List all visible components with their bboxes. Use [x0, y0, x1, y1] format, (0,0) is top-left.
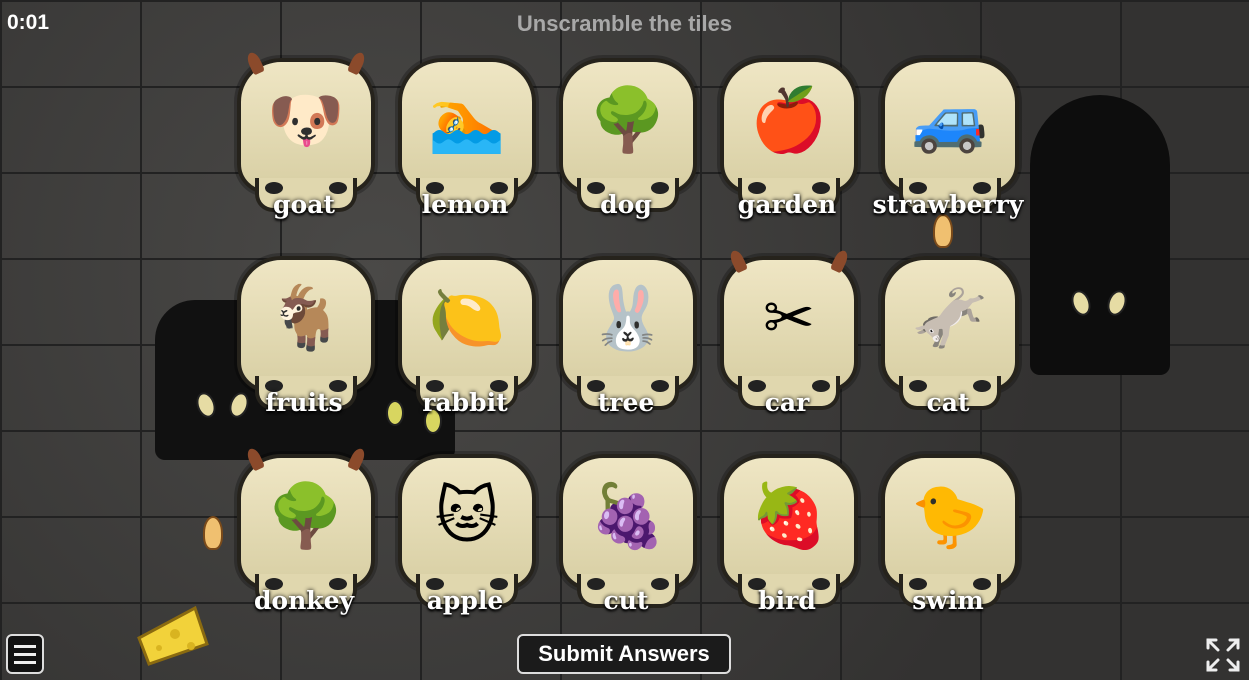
skull-tile[interactable]: 🍇 cut [545, 446, 707, 643]
skull-frame: 🍋 [398, 256, 536, 410]
skull-tile[interactable]: ✂ car [706, 248, 868, 445]
fullscreen-icon[interactable] [1204, 636, 1242, 674]
horn-icon [829, 248, 851, 274]
tile-label: apple [426, 586, 504, 615]
garden-icon: 🌳 [589, 83, 667, 156]
skull-frame: 🐰 [559, 256, 697, 410]
skull-tile[interactable]: 🫏 cat [867, 248, 1029, 445]
lemon-icon: 🍋 [428, 281, 506, 354]
tile-label: lemon [421, 190, 509, 219]
skull-frame: 🌳 [559, 58, 697, 212]
strawberry-icon: 🍓 [750, 479, 828, 552]
skull-tile[interactable]: 🍎 garden [706, 50, 868, 247]
tile-grid: 🐶 goat 🏊 lemon 🌳 dog 🍎 garden 🚙 strawberry 🐐 fruits… [223, 50, 1033, 630]
skull-frame: 🍇 [559, 454, 697, 608]
right-cave-opening [1030, 95, 1170, 375]
cut-icon: ✂ [763, 281, 815, 354]
tile-label: garden [737, 190, 837, 219]
bird-icon: 🐤 [911, 479, 989, 552]
skull-frame: 🍎 [720, 58, 858, 212]
rabbit-icon: 🐰 [589, 281, 667, 354]
skull-frame: 🌳 [237, 446, 375, 608]
skull-frame: 🐱 [398, 454, 536, 608]
tile-label: goat [273, 190, 335, 219]
donkey-icon: 🫏 [911, 281, 989, 354]
dog-icon: 🐶 [267, 83, 345, 156]
horn-icon [346, 446, 368, 472]
skull-tile[interactable]: 🏊 lemon [384, 50, 546, 247]
car-icon: 🚙 [911, 83, 989, 156]
skull-tile[interactable]: 🐶 goat [223, 50, 385, 247]
skull-tile[interactable]: 🌳 dog [545, 50, 707, 247]
fruits-icon: 🍇 [589, 479, 667, 552]
skull-frame: 🐶 [237, 50, 375, 212]
tile-label: rabbit [422, 388, 508, 417]
activity-title: Unscramble the tiles [516, 11, 733, 36]
cat-icon: 🐱 [434, 479, 500, 552]
skull-frame: 🐐 [237, 256, 375, 410]
tile-label: tree [597, 388, 655, 417]
tile-label: bird [758, 586, 816, 615]
horn-icon [727, 248, 749, 274]
tile-label: car [764, 388, 810, 417]
tree-icon: 🌳 [267, 479, 345, 552]
tile-label: strawberry [872, 190, 1024, 219]
skull-tile[interactable]: 🍋 rabbit [384, 248, 546, 445]
skull-frame: 🚙 [881, 58, 1019, 212]
horn-icon [346, 50, 368, 76]
tile-label: donkey [253, 586, 355, 615]
skull-tile[interactable]: 🍓 bird [706, 446, 868, 643]
swimmer-icon: 🏊 [428, 83, 506, 156]
tile-label: dog [600, 190, 652, 219]
candle-icon [203, 516, 223, 550]
cheese-icon [137, 605, 209, 666]
horn-icon [244, 446, 266, 472]
skull-tile[interactable]: 🐐 fruits [223, 248, 385, 445]
skull-frame: 🍓 [720, 454, 858, 608]
skull-frame: 🐤 [881, 454, 1019, 608]
skull-frame: ✂ [720, 248, 858, 410]
skull-frame: 🫏 [881, 256, 1019, 410]
skull-tile[interactable]: 🐱 apple [384, 446, 546, 643]
tile-label: cat [926, 388, 970, 417]
hamburger-menu-icon[interactable] [6, 634, 44, 674]
tile-label: swim [912, 586, 984, 615]
skull-tile[interactable]: 🐤 swim [867, 446, 1029, 643]
apple-icon: 🍎 [750, 83, 828, 156]
skull-tile[interactable]: 🚙 strawberry [867, 50, 1029, 247]
skull-frame: 🏊 [398, 58, 536, 212]
skull-tile[interactable]: 🌳 donkey [223, 446, 385, 643]
submit-answers-button[interactable]: Submit Answers [517, 634, 731, 674]
goat-icon: 🐐 [267, 281, 345, 354]
tile-label: cut [603, 586, 649, 615]
horn-icon [244, 50, 266, 76]
skull-tile[interactable]: 🐰 tree [545, 248, 707, 445]
tile-label: fruits [265, 388, 343, 417]
